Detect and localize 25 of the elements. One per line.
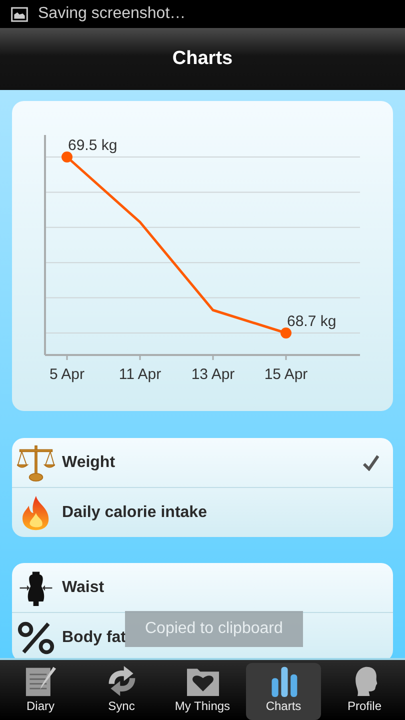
- nav-tab[interactable]: Profile: [327, 663, 402, 720]
- metric-item[interactable]: Daily calorie intake: [12, 487, 393, 537]
- value-label: 69.5 kg: [68, 137, 118, 154]
- metric-item[interactable]: Waist: [12, 563, 393, 612]
- metric-label: Waist: [62, 578, 104, 596]
- x-axis-label: 11 Apr: [118, 366, 162, 383]
- toast-message: Copied to clipboard: [125, 611, 303, 647]
- image-icon: [11, 6, 28, 22]
- x-axis-label: 13 Apr: [191, 366, 235, 383]
- metric-label: Daily calorie intake: [62, 504, 207, 522]
- nav-tab[interactable]: My Things: [165, 663, 240, 720]
- notification-text: Saving screenshot…: [38, 5, 186, 23]
- x-axis-label: 15 Apr: [264, 366, 308, 383]
- x-axis-label: 5 Apr: [49, 366, 85, 383]
- metric-label: Weight: [62, 454, 116, 472]
- value-label: 68.7 kg: [287, 313, 336, 330]
- screen-title: Charts: [172, 48, 233, 70]
- nav-tab[interactable]: Charts: [246, 663, 321, 720]
- data-point: [280, 328, 292, 338]
- nav-tab[interactable]: Sync: [84, 663, 159, 720]
- nav-tab[interactable]: Diary: [3, 663, 78, 720]
- data-point: [62, 152, 72, 162]
- scales-icon: [17, 442, 55, 482]
- metric-label: Body fat: [62, 628, 126, 646]
- metric-item[interactable]: Weight: [12, 438, 393, 487]
